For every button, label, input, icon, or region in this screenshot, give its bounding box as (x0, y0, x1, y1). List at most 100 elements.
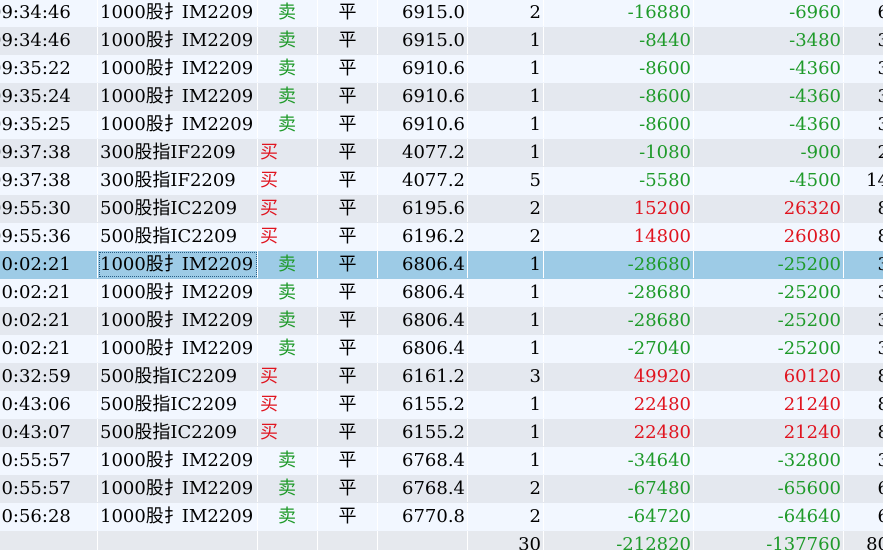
open-close-cell: 平 (318, 503, 378, 530)
table-row[interactable]: 10:02:21 1000股扌IM2209 卖 平 6806.4 1 -2868… (0, 251, 883, 279)
totals-row: 30 -212820 -137760 80 (0, 531, 883, 550)
table-row[interactable]: 09:35:25 1000股扌IM2209 卖 平 6910.6 1 -8600… (0, 111, 883, 139)
close-pnl-cell: 14800 (544, 223, 694, 250)
table-row[interactable]: 10:55:57 1000股扌IM2209 卖 平 6768.4 1 -3464… (0, 447, 883, 475)
quantity-cell: 5 (468, 167, 544, 194)
table-row[interactable]: 10:43:06 500股指IC2209 买 平 6155.2 1 22480 … (0, 391, 883, 419)
table-row[interactable]: 10:02:21 1000股扌IM2209 卖 平 6806.4 1 -2704… (0, 335, 883, 363)
close-pnl-cell: -28680 (544, 307, 694, 334)
trade-time-cell: 09:37:38 (0, 167, 98, 194)
total-pnl2-cell: -137760 (694, 531, 844, 550)
fee-cell: 3 (844, 335, 883, 362)
fee-cell: 8 (844, 195, 883, 222)
table-row[interactable]: 09:35:22 1000股扌IM2209 卖 平 6910.6 1 -8600… (0, 55, 883, 83)
contract-name-cell: 1000股扌IM2209 (98, 55, 258, 82)
fee-cell: 3 (844, 279, 883, 306)
total-pnl2-value: -137760 (766, 534, 841, 550)
contract-name-cell: 1000股扌IM2209 (98, 307, 258, 334)
contract-name-cell: 1000股扌IM2209 (98, 0, 258, 26)
sell-label: 卖 (278, 58, 296, 79)
quantity-cell: 2 (468, 475, 544, 502)
open-close-cell: 平 (318, 223, 378, 250)
close-pnl-cell: 22480 (544, 419, 694, 446)
position-pnl-cell: -25200 (694, 279, 844, 306)
position-pnl-cell: -25200 (694, 335, 844, 362)
open-close-cell: 平 (318, 55, 378, 82)
close-pnl-cell: -1080 (544, 139, 694, 166)
trade-time-cell: 09:35:24 (0, 83, 98, 110)
fee-cell: 6 (844, 475, 883, 502)
trade-time-cell: 10:55:57 (0, 475, 98, 502)
position-pnl-cell: -25200 (694, 307, 844, 334)
buy-label: 买 (260, 142, 278, 163)
total-pnl1-cell: -212820 (544, 531, 694, 550)
table-row[interactable]: 09:55:30 500股指IC2209 买 平 6195.6 2 15200 … (0, 195, 883, 223)
contract-name-cell: 500股指IC2209 (98, 223, 258, 250)
sell-label: 卖 (278, 30, 296, 51)
open-close-cell: 平 (318, 251, 378, 278)
trade-price-cell: 6910.6 (378, 83, 468, 110)
sell-label: 卖 (278, 506, 296, 527)
trade-price-cell: 6155.2 (378, 419, 468, 446)
open-close-cell: 平 (318, 335, 378, 362)
close-pnl-cell: -16880 (544, 0, 694, 26)
fee-cell: 3 (844, 83, 883, 110)
total-extra-cell: 80 (844, 531, 883, 550)
table-row[interactable]: 10:02:21 1000股扌IM2209 卖 平 6806.4 1 -2868… (0, 307, 883, 335)
close-pnl-cell: -8600 (544, 83, 694, 110)
fee-cell: 8 (844, 363, 883, 390)
direction-cell: 卖 (258, 335, 318, 362)
trade-price-cell: 6768.4 (378, 475, 468, 502)
position-pnl-cell: -900 (694, 139, 844, 166)
fee-cell: 14 (866, 170, 883, 191)
direction-cell: 卖 (258, 475, 318, 502)
total-empty-cell (378, 531, 468, 550)
close-pnl-cell: -5580 (544, 167, 694, 194)
position-pnl-cell: -4360 (694, 55, 844, 82)
table-row[interactable]: 10:43:07 500股指IC2209 买 平 6155.2 1 22480 … (0, 419, 883, 447)
table-row[interactable]: 09:55:36 500股指IC2209 买 平 6196.2 2 14800 … (0, 223, 883, 251)
close-pnl-cell: -28680 (544, 251, 694, 278)
open-close-cell: 平 (318, 139, 378, 166)
quantity-cell: 3 (468, 363, 544, 390)
total-extra-value: 80 (866, 534, 883, 550)
table-row[interactable]: 09:34:46 1000股扌IM2209 卖 平 6915.0 2 -1688… (0, 0, 883, 27)
trade-price-cell: 6915.0 (378, 27, 468, 54)
direction-cell: 卖 (258, 0, 318, 26)
direction-cell: 卖 (258, 307, 318, 334)
table-row[interactable]: 10:02:21 1000股扌IM2209 卖 平 6806.4 1 -2868… (0, 279, 883, 307)
trade-time-cell: 10:43:07 (0, 419, 98, 446)
contract-name-cell: 500股指IC2209 (98, 195, 258, 222)
table-row[interactable]: 10:55:57 1000股扌IM2209 卖 平 6768.4 2 -6748… (0, 475, 883, 503)
open-close-cell: 平 (318, 0, 378, 26)
quantity-cell: 1 (468, 111, 544, 138)
close-pnl-cell: -67480 (544, 475, 694, 502)
table-row[interactable]: 09:37:38 300股指IF2209 买 平 4077.2 5 -5580 … (0, 167, 883, 195)
fee-cell: 3 (844, 251, 883, 278)
quantity-cell: 1 (468, 447, 544, 474)
trade-price-cell: 6196.2 (378, 223, 468, 250)
contract-name-cell: 500股指IC2209 (98, 363, 258, 390)
trade-price-cell: 6806.4 (378, 307, 468, 334)
table-row[interactable]: 09:35:24 1000股扌IM2209 卖 平 6910.6 1 -8600… (0, 83, 883, 111)
table-row[interactable]: 09:37:38 300股指IF2209 买 平 4077.2 1 -1080 … (0, 139, 883, 167)
close-pnl-cell: -34640 (544, 447, 694, 474)
trade-time-cell: 10:02:21 (0, 251, 98, 278)
trade-price-cell: 6161.2 (378, 363, 468, 390)
direction-cell: 买 (258, 139, 318, 166)
position-pnl-cell: 26080 (694, 223, 844, 250)
table-row[interactable]: 10:32:59 500股指IC2209 买 平 6161.2 3 49920 … (0, 363, 883, 391)
table-row[interactable]: 09:34:46 1000股扌IM2209 卖 平 6915.0 1 -8440… (0, 27, 883, 55)
open-close-cell: 平 (318, 111, 378, 138)
quantity-cell: 1 (468, 27, 544, 54)
total-empty-cell (258, 531, 318, 550)
quantity-cell: 2 (468, 503, 544, 530)
trade-price-cell: 6155.2 (378, 391, 468, 418)
position-pnl-cell: -32800 (694, 447, 844, 474)
fee-cell: 8 (844, 391, 883, 418)
table-row[interactable]: 10:56:28 1000股扌IM2209 卖 平 6770.8 2 -6472… (0, 503, 883, 531)
direction-cell: 买 (258, 363, 318, 390)
contract-name-cell: 1000股扌IM2209 (98, 447, 258, 474)
trade-time-cell: 09:55:36 (0, 223, 98, 250)
quantity-cell: 2 (468, 0, 544, 26)
